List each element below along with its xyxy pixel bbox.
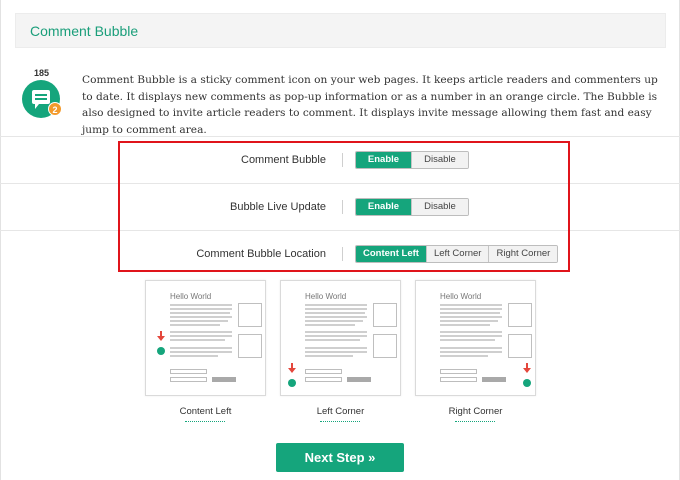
text-line (440, 339, 495, 341)
text-line (440, 316, 502, 318)
text-line (305, 347, 367, 349)
text-line (305, 355, 353, 357)
text-line (170, 347, 232, 349)
bubble-dot-icon (523, 379, 531, 387)
section-header: Comment Bubble (15, 13, 666, 48)
arrow-down-icon (288, 363, 296, 373)
preview-image (373, 303, 397, 327)
text-line (170, 331, 232, 333)
text-line (440, 351, 502, 353)
intro-panel: 185 2 Comment Bubble is a sticky comment… (20, 68, 665, 136)
text-line (170, 320, 228, 322)
message-line (35, 94, 47, 96)
bubble-dot-icon (288, 379, 296, 387)
text-line (170, 324, 220, 326)
text-line (440, 335, 502, 337)
text-line (305, 351, 367, 353)
text-line (170, 308, 232, 310)
text-line (440, 320, 498, 322)
preview-image (238, 334, 262, 358)
text-line (170, 355, 218, 357)
preview-left-corner[interactable]: Hello World (280, 280, 401, 396)
preview-title: Hello World (170, 292, 212, 301)
arrow-down-icon (157, 331, 165, 341)
preview-image (508, 334, 532, 358)
intro-description: Comment Bubble is a sticky comment icon … (82, 74, 658, 136)
text-line (170, 335, 232, 337)
text-line (305, 308, 367, 310)
next-step-button[interactable]: Next Step » (276, 443, 404, 472)
bubble-dot-icon (157, 347, 165, 355)
caption-underline (185, 421, 225, 422)
preview-image (238, 303, 262, 327)
preview-button (347, 377, 371, 382)
preview-image (373, 334, 397, 358)
text-line (170, 339, 225, 341)
text-line (440, 355, 488, 357)
text-line (305, 335, 367, 337)
text-line (170, 316, 232, 318)
text-line (440, 324, 490, 326)
text-line (305, 312, 365, 314)
preview-image (508, 303, 532, 327)
text-line (305, 304, 367, 306)
text-line (305, 316, 367, 318)
text-line (440, 347, 502, 349)
text-line (305, 324, 355, 326)
preview-button (212, 377, 236, 382)
preview-input (440, 377, 477, 382)
message-line (35, 98, 47, 100)
text-line (170, 304, 232, 306)
preview-caption: Right Corner (448, 406, 503, 417)
text-line (440, 331, 502, 333)
text-line (305, 331, 367, 333)
preview-title: Hello World (305, 292, 347, 301)
preview-caption: Left Corner (316, 406, 365, 417)
preview-input (305, 377, 342, 382)
text-line (170, 351, 232, 353)
message-icon (32, 90, 50, 109)
preview-button (482, 377, 506, 382)
preview-input (170, 377, 207, 382)
new-comments-badge: 2 (48, 102, 62, 116)
text-line (305, 339, 360, 341)
text-line (170, 312, 230, 314)
preview-caption: Content Left (179, 406, 232, 417)
arrow-down-icon (523, 363, 531, 373)
preview-content-left[interactable]: Hello World (145, 280, 266, 396)
text-line (305, 320, 363, 322)
preview-right-corner[interactable]: Hello World (415, 280, 536, 396)
caption-underline (455, 421, 495, 422)
preview-input (305, 369, 342, 374)
comment-count: 185 (34, 68, 50, 78)
preview-title: Hello World (440, 292, 482, 301)
preview-input (440, 369, 477, 374)
caption-underline (320, 421, 360, 422)
text-line (440, 308, 502, 310)
text-line (440, 312, 500, 314)
highlight-box (118, 141, 570, 272)
preview-input (170, 369, 207, 374)
text-line (440, 304, 502, 306)
section-title: Comment Bubble (30, 23, 139, 39)
